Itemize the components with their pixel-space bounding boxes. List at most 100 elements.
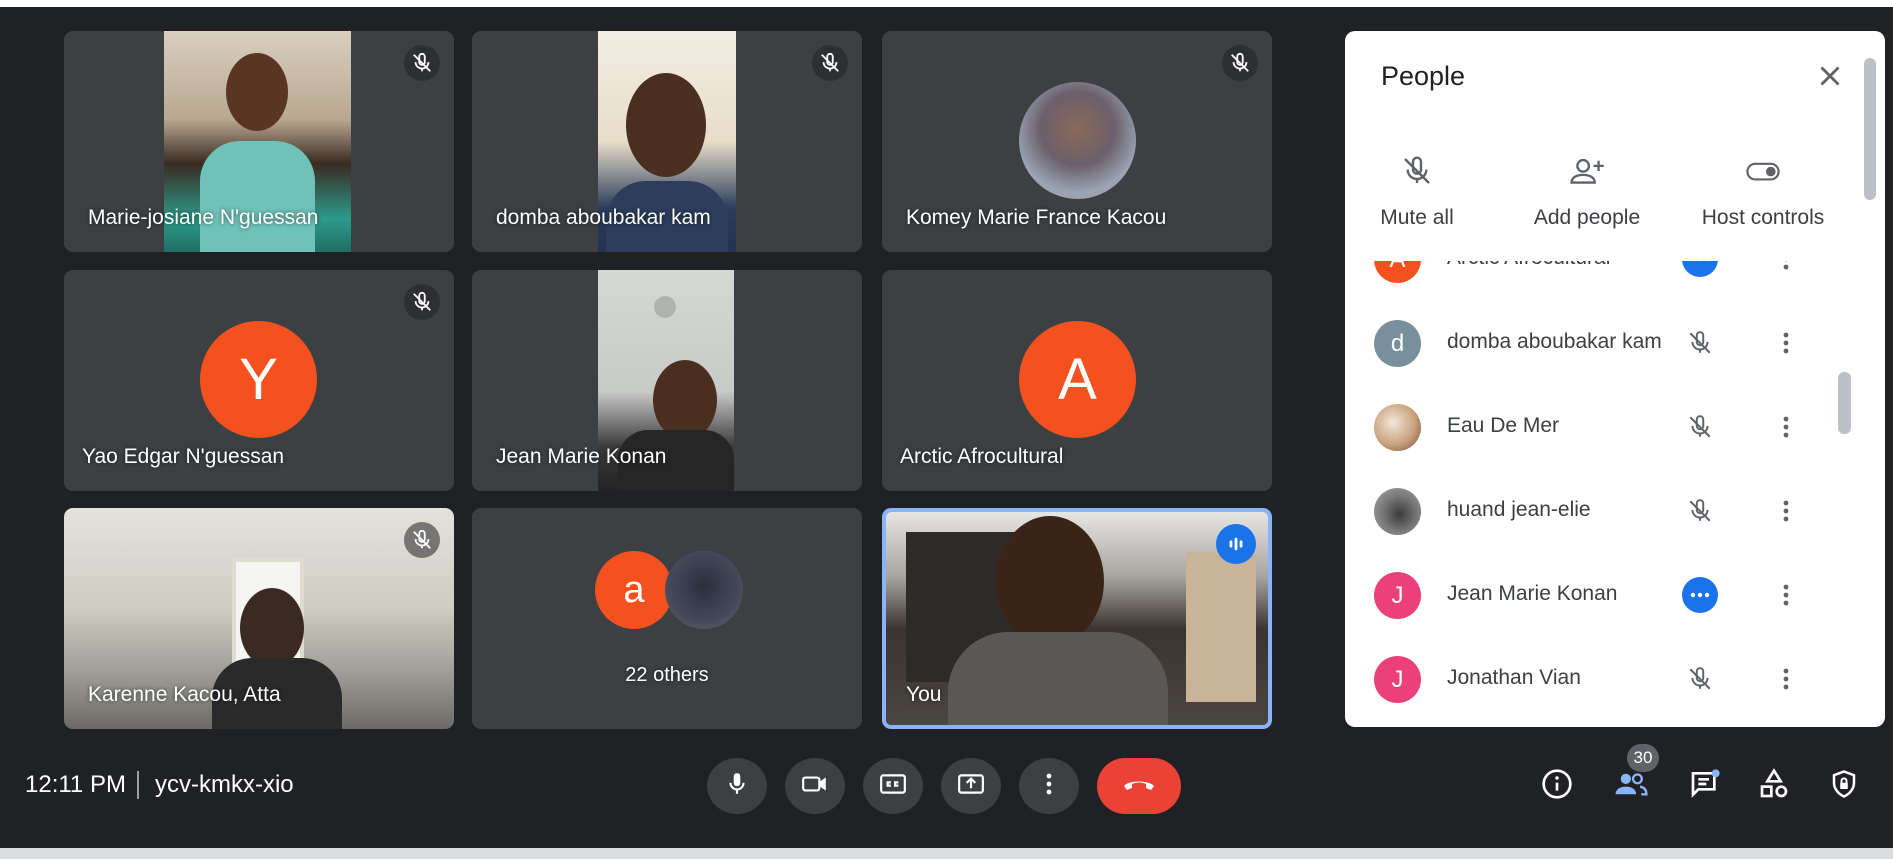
participant-avatar: [1374, 404, 1421, 451]
add-people-button[interactable]: Add people: [1517, 155, 1657, 230]
toggle-icon: [1745, 162, 1781, 191]
mic-off-icon: [1682, 661, 1718, 697]
video-tile-arctic[interactable]: A Arctic Afrocultural: [882, 270, 1272, 491]
mute-all-icon: [1401, 156, 1433, 191]
camera-icon: [801, 771, 829, 802]
video-tile-self[interactable]: You: [882, 508, 1272, 729]
top-strip: [0, 0, 1893, 7]
hang-up-icon: [1121, 774, 1157, 799]
speaking-indicator-icon: [1216, 524, 1256, 564]
participant-count-badge: 30: [1627, 744, 1659, 772]
avatar-initial: a: [595, 551, 673, 629]
camera-button[interactable]: [785, 758, 845, 814]
more-options-button[interactable]: [1019, 758, 1079, 814]
participant-row[interactable]: huand jean-elie: [1345, 469, 1845, 553]
present-button[interactable]: [941, 758, 1001, 814]
more-options-icon[interactable]: [1768, 661, 1804, 697]
microphone-button[interactable]: [707, 758, 767, 814]
people-panel: People Mute all Add people Host controls…: [1345, 31, 1885, 727]
self-label: You: [906, 683, 942, 706]
mic-off-icon: [1682, 493, 1718, 529]
video-tile-jean-marie-konan[interactable]: Jean Marie Konan: [472, 270, 862, 491]
participant-name: Eau De Mer: [1447, 414, 1560, 437]
participant-avatar: [1374, 488, 1421, 535]
chat-button[interactable]: [1683, 764, 1727, 808]
video-tile-domba[interactable]: domba aboubakar kam: [472, 31, 862, 252]
participant-row[interactable]: A Arctic Afrocultural: [1345, 261, 1845, 301]
microphone-icon: [724, 771, 750, 802]
participant-status: [1682, 577, 1718, 613]
mute-all-label: Mute all: [1380, 206, 1454, 229]
avatar-photo: [1019, 82, 1136, 199]
participant-name: Jonathan Vian: [1447, 666, 1581, 689]
participant-name: domba aboubakar kam: [496, 206, 711, 229]
mic-off-icon: [404, 522, 440, 558]
mute-all-button[interactable]: Mute all: [1377, 155, 1457, 230]
mic-off-icon: [404, 284, 440, 320]
divider: [137, 771, 139, 799]
others-count: 22 others: [625, 664, 709, 686]
participant-name: Jean Marie Konan: [496, 445, 667, 468]
video-tile-others[interactable]: a 22 others: [472, 508, 862, 729]
more-options-icon[interactable]: [1768, 493, 1804, 529]
participant-name: Jean Marie Konan: [1447, 582, 1618, 605]
more-options-icon[interactable]: [1768, 577, 1804, 613]
mic-off-icon: [1222, 45, 1258, 81]
people-icon: [1613, 768, 1649, 805]
participant-row[interactable]: J Jean Marie Konan: [1345, 553, 1845, 637]
participant-avatar: d: [1374, 320, 1421, 367]
more-vert-icon: [1046, 773, 1052, 800]
add-person-icon: [1569, 158, 1605, 191]
participant-row[interactable]: J Jonathan Vian: [1345, 637, 1845, 721]
participant-list[interactable]: A Arctic Afrocultural d domba aboubakar …: [1345, 261, 1845, 727]
avatar-initial: Y: [200, 321, 317, 438]
video-tile-karenne[interactable]: Karenne Kacou, Atta: [64, 508, 454, 729]
participant-name: domba aboubakar kam: [1447, 330, 1662, 353]
host-controls-label: Host controls: [1701, 206, 1825, 229]
captions-button[interactable]: [863, 758, 923, 814]
mic-off-icon: [404, 45, 440, 81]
mic-off-icon: [812, 45, 848, 81]
present-screen-icon: [957, 771, 985, 802]
participant-name: Karenne Kacou, Atta: [88, 683, 281, 706]
activities-button[interactable]: [1752, 764, 1796, 808]
activities-shapes-icon: [1758, 767, 1790, 805]
close-icon[interactable]: [1813, 59, 1847, 93]
participant-avatar: A: [1374, 261, 1421, 283]
panel-scrollbar[interactable]: [1864, 58, 1876, 200]
list-scrollbar[interactable]: [1838, 372, 1851, 434]
participant-status: [1682, 261, 1718, 277]
host-safety-button[interactable]: [1822, 764, 1866, 808]
video-tile-yao-edgar[interactable]: Y Yao Edgar N'guessan: [64, 270, 454, 491]
participant-row[interactable]: d domba aboubakar kam: [1345, 301, 1845, 385]
more-options-icon[interactable]: [1768, 261, 1804, 277]
more-options-icon[interactable]: [1768, 325, 1804, 361]
meeting-code: ycv-kmkx-xio: [155, 771, 294, 798]
avatar-photo: [665, 551, 743, 629]
participant-name: Komey Marie France Kacou: [906, 206, 1167, 229]
host-controls-button[interactable]: Host controls: [1693, 155, 1833, 230]
mic-off-icon: [1682, 325, 1718, 361]
meeting-details-button[interactable]: [1535, 764, 1579, 808]
more-dots-icon: [1682, 261, 1718, 277]
video-tile-komey[interactable]: Komey Marie France Kacou: [882, 31, 1272, 252]
chat-icon: [1688, 768, 1722, 805]
participant-name: Arctic Afrocultural: [900, 445, 1064, 468]
participant-name: Yao Edgar N'guessan: [82, 445, 285, 468]
participant-name: Marie-josiane N'guessan: [88, 206, 319, 229]
info-icon: [1541, 768, 1573, 805]
participant-name: huand jean-elie: [1447, 498, 1591, 521]
participant-row[interactable]: Eau De Mer: [1345, 385, 1845, 469]
add-people-label: Add people: [1533, 206, 1641, 229]
panel-title: People: [1381, 61, 1466, 91]
avatar-initial: A: [1019, 321, 1136, 438]
self-video: [886, 512, 1268, 725]
participant-name: Arctic Afrocultural: [1447, 261, 1610, 270]
more-options-icon[interactable]: [1768, 409, 1804, 445]
participant-avatar: J: [1374, 656, 1421, 703]
video-tile-marie-josiane[interactable]: Marie-josiane N'guessan: [64, 31, 454, 252]
mic-off-icon: [1682, 409, 1718, 445]
clock: 12:11 PM: [25, 771, 126, 798]
captions-icon: [879, 771, 907, 802]
leave-call-button[interactable]: [1097, 758, 1181, 814]
